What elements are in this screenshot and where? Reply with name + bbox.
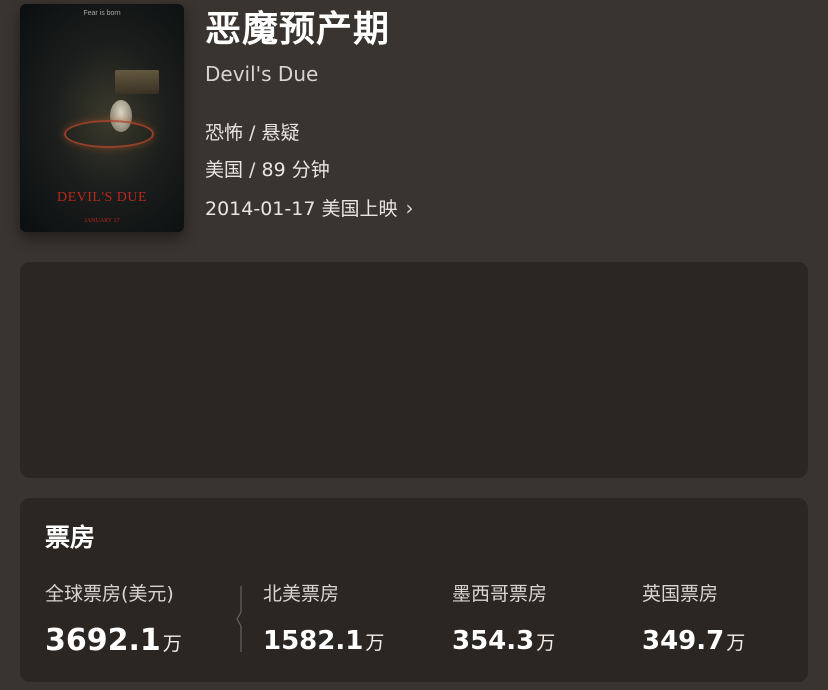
box-office-title: 票房 <box>45 523 96 552</box>
stat-unit: 万 <box>536 632 556 654</box>
stat-value: 3692.1 <box>45 623 161 658</box>
movie-poster[interactable]: Fear is born DEVIL'S DUE JANUARY 17 <box>20 4 184 232</box>
content-placeholder-panel <box>20 262 808 478</box>
movie-original-title: Devil's Due <box>205 62 319 86</box>
poster-candles-art <box>115 70 159 94</box>
poster-tagline: Fear is born <box>83 10 121 17</box>
stat-label: 全球票房(美元) <box>45 583 174 605</box>
poster-ring-art <box>64 120 154 148</box>
stat-label: 北美票房 <box>263 583 340 605</box>
uk-box-office: 英国票房 349.7 万 <box>642 582 745 661</box>
stat-unit: 万 <box>365 632 385 654</box>
stat-label: 墨西哥票房 <box>452 583 548 605</box>
stat-unit: 万 <box>162 633 182 655</box>
movie-country-duration: 美国 / 89 分钟 <box>205 159 330 181</box>
chevron-right-icon: › <box>405 196 414 220</box>
stat-value: 349.7 <box>642 626 725 656</box>
poster-title: DEVIL'S DUE <box>56 190 148 205</box>
poster-date: JANUARY 17 <box>84 218 120 224</box>
release-date-link[interactable]: 2014-01-17 美国上映 › <box>205 195 413 222</box>
stat-label: 英国票房 <box>642 583 719 605</box>
box-office-card: 票房 全球票房(美元) 3692.1 万 北美票房 1582.1 万 墨西哥票房 3… <box>20 498 808 682</box>
stat-divider <box>236 586 242 652</box>
stat-value: 354.3 <box>452 626 535 656</box>
global-box-office: 全球票房(美元) 3692.1 万 <box>45 582 182 662</box>
movie-genres: 恐怖 / 悬疑 <box>205 122 300 144</box>
mexico-box-office: 墨西哥票房 354.3 万 <box>452 582 555 661</box>
movie-title: 恶魔预产期 <box>205 9 391 50</box>
north-america-box-office: 北美票房 1582.1 万 <box>263 582 384 661</box>
release-date-text: 2014-01-17 美国上映 <box>205 198 398 220</box>
stat-unit: 万 <box>726 632 746 654</box>
stat-value: 1582.1 <box>263 626 364 656</box>
